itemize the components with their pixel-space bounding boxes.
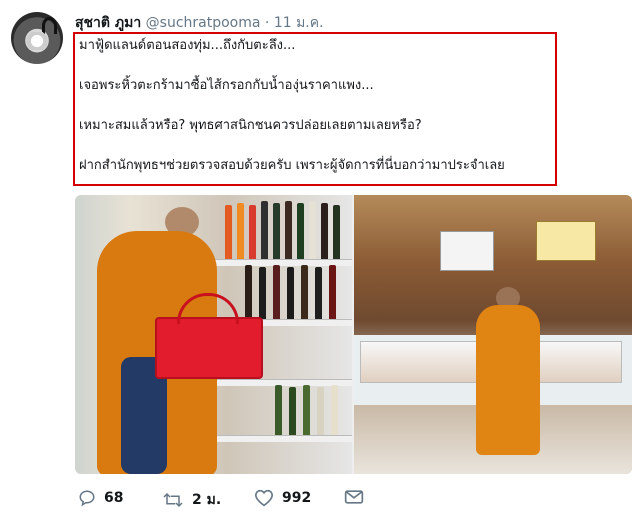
store-sign — [440, 231, 494, 271]
bottle — [289, 387, 296, 435]
tweet-line-4: ฝากสำนักพุทธฯช่วยตรวจสอบด้วยครับ เพราะผู… — [79, 158, 505, 173]
heart-icon — [254, 489, 274, 507]
bottle — [259, 267, 266, 319]
bottle — [285, 201, 292, 259]
bottle — [261, 201, 268, 259]
retweet-count: 2 ม. — [192, 492, 222, 508]
envelope-icon — [344, 490, 364, 504]
separator: · — [264, 15, 270, 31]
bottle — [315, 267, 322, 319]
bottle — [275, 385, 282, 435]
reply-button[interactable]: 68 — [78, 489, 123, 507]
message-button[interactable] — [344, 489, 364, 505]
photo-monk-at-counter[interactable] — [354, 195, 632, 474]
retweet-icon — [163, 492, 183, 508]
tweet-line-3: เหมาะสมแล้วหรือ? พุทธศาสนิกชนควรปล่อยเลย… — [79, 118, 422, 133]
bottle — [225, 205, 232, 259]
reply-icon — [79, 490, 95, 507]
bottle — [273, 265, 280, 319]
bottle — [333, 205, 340, 259]
bottle — [245, 265, 252, 319]
bottle — [331, 385, 338, 435]
author-name[interactable]: สุชาติ ภูมา — [75, 15, 141, 31]
bottle — [297, 203, 304, 259]
bottle — [329, 265, 336, 319]
tweet-line-2: เจอพระหิ้วตะกร้ามาซื้อไส้กรอกกับน้ำองุ่น… — [79, 78, 374, 93]
retweet-button[interactable]: 2 ม. — [162, 489, 221, 511]
tweet-text-highlight-box: มาฟู้ดแลนด์ตอนสองทุ่ม...ถึงกับตะลึง... เ… — [73, 32, 557, 186]
like-count: 992 — [282, 490, 312, 506]
like-button[interactable]: 992 — [254, 489, 311, 507]
promo-sign — [536, 221, 596, 261]
shelf — [203, 435, 352, 442]
flower-icon — [25, 32, 49, 50]
bottle — [237, 203, 244, 259]
reply-count: 68 — [104, 490, 124, 506]
bottle — [321, 203, 328, 259]
author-handle[interactable]: @suchratpooma — [146, 15, 261, 31]
monk-robe — [476, 305, 540, 455]
bottle — [301, 265, 308, 319]
author-avatar[interactable] — [11, 12, 63, 64]
photo-monk-shopping[interactable] — [75, 195, 352, 474]
bottle — [287, 267, 294, 319]
tweet-actions: 68 2 ม. 992 — [78, 489, 638, 511]
tweet-header: สุชาติ ภูมา @suchratpooma · 11 ม.ค. — [75, 12, 324, 34]
bottle — [303, 385, 310, 435]
bottle — [317, 387, 324, 435]
tweet-line-1: มาฟู้ดแลนด์ตอนสองทุ่ม...ถึงกับตะลึง... — [79, 38, 296, 53]
tweet-media — [75, 195, 632, 474]
bottle — [249, 205, 256, 259]
shopping-basket — [155, 293, 263, 379]
bottle — [309, 201, 316, 259]
tweet-date[interactable]: 11 ม.ค. — [274, 15, 324, 31]
bottle — [273, 203, 280, 259]
monk-figure-right — [474, 287, 544, 455]
